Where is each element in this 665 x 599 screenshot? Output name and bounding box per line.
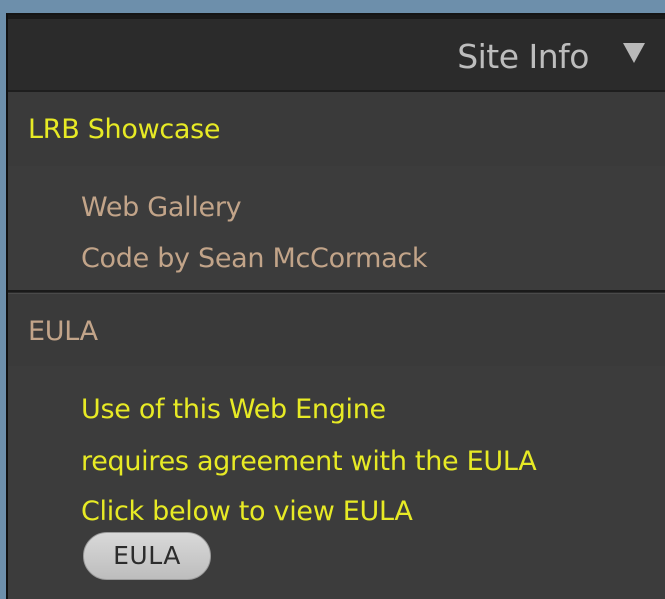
site-info-header[interactable]: Site Info [8,19,665,92]
section-body-lrb-showcase: Web Gallery Code by Sean McCormack [8,166,665,292]
section-body-eula: Use of this Web Engine requires agreemen… [8,366,665,599]
eula-line-1: Use of this Web Engine [81,394,386,425]
section-title-lrb-showcase: LRB Showcase [28,114,221,145]
site-info-panel: Site Info LRB Showcase Web Gallery Code … [6,13,665,599]
section-header-lrb-showcase[interactable]: LRB Showcase [8,92,665,168]
section-title-eula: EULA [28,316,98,347]
info-line-web-gallery: Web Gallery [81,192,242,223]
triangle-down-icon[interactable] [623,43,645,63]
eula-button[interactable]: EULA [83,532,211,580]
panel-title: Site Info [457,37,589,76]
section-header-eula[interactable]: EULA [8,293,665,369]
eula-line-3: Click below to view EULA [81,496,413,527]
eula-line-2: requires agreement with the EULA [81,446,537,477]
info-line-code-by: Code by Sean McCormack [81,243,428,274]
